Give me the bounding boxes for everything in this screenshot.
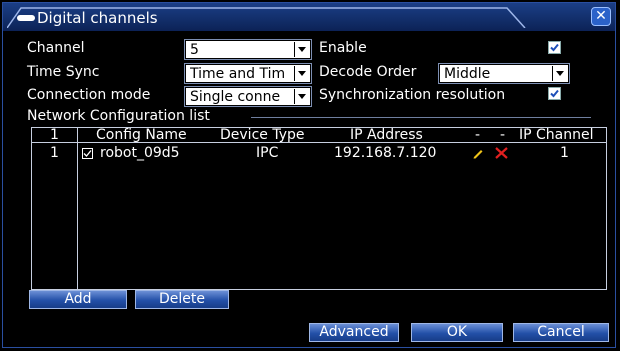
connection-mode-value: Single conne <box>190 89 281 105</box>
decode-order-value: Middle <box>444 66 491 82</box>
header-device-type[interactable]: Device Type <box>220 127 305 143</box>
header-delete: - <box>500 127 506 143</box>
row-ip-channel: 1 <box>560 145 569 161</box>
chevron-down-icon <box>552 66 567 81</box>
network-config-section-title: Network Configuration list <box>27 108 210 124</box>
enable-checkbox[interactable] <box>548 41 561 54</box>
close-button[interactable]: ✕ <box>591 7 611 26</box>
index-column-divider <box>77 128 78 289</box>
close-icon: ✕ <box>595 8 607 24</box>
check-icon <box>83 150 92 157</box>
cancel-button[interactable]: Cancel <box>513 323 609 342</box>
ok-button[interactable]: OK <box>411 323 503 342</box>
header-ip-address[interactable]: IP Address <box>350 127 423 143</box>
header-edit: - <box>475 127 481 143</box>
header-index: 1 <box>50 127 59 143</box>
add-button[interactable]: Add <box>29 290 127 309</box>
section-divider <box>251 117 591 118</box>
delete-button[interactable]: Delete <box>135 290 229 309</box>
title-tab: Digital channels <box>7 6 527 28</box>
header-config-name[interactable]: Config Name <box>96 127 187 143</box>
channel-value: 5 <box>190 42 199 58</box>
time-sync-label: Time Sync <box>27 64 100 80</box>
sync-resolution-checkbox[interactable] <box>548 87 561 100</box>
window-title: Digital channels <box>37 9 158 27</box>
network-config-list[interactable]: 1 Config Name Device Type IP Address - -… <box>31 127 607 290</box>
row-checkbox[interactable] <box>82 148 93 159</box>
channel-icon <box>17 15 35 21</box>
digital-channels-window: Digital channels ✕ Channel 5 Enable Time… <box>2 2 616 348</box>
enable-label: Enable <box>319 40 367 56</box>
chevron-down-icon <box>294 42 309 57</box>
sync-resolution-label: Synchronization resolution <box>319 87 506 103</box>
decode-order-select[interactable]: Middle <box>438 63 570 84</box>
advanced-button[interactable]: Advanced <box>309 323 399 342</box>
decode-order-label: Decode Order <box>319 64 417 80</box>
title-bar: Digital channels ✕ <box>3 3 615 31</box>
connection-mode-select[interactable]: Single conne <box>184 86 312 107</box>
check-icon <box>550 89 559 98</box>
header-ip-channel[interactable]: IP Channel <box>519 127 594 143</box>
connection-mode-label: Connection mode <box>27 87 151 103</box>
channel-label: Channel <box>27 40 85 56</box>
check-icon <box>550 43 559 52</box>
row-device-type: IPC <box>256 145 279 161</box>
chevron-down-icon <box>294 89 309 104</box>
row-index: 1 <box>50 145 59 161</box>
pencil-icon[interactable] <box>472 147 484 163</box>
row-config-name: robot_09d5 <box>100 145 180 161</box>
chevron-down-icon <box>294 66 309 81</box>
delete-row-icon[interactable] <box>495 147 508 163</box>
time-sync-value: Time and Tim <box>190 66 286 82</box>
channel-select[interactable]: 5 <box>184 39 312 60</box>
time-sync-select[interactable]: Time and Tim <box>184 63 312 84</box>
row-ip-address: 192.168.7.120 <box>334 145 437 161</box>
